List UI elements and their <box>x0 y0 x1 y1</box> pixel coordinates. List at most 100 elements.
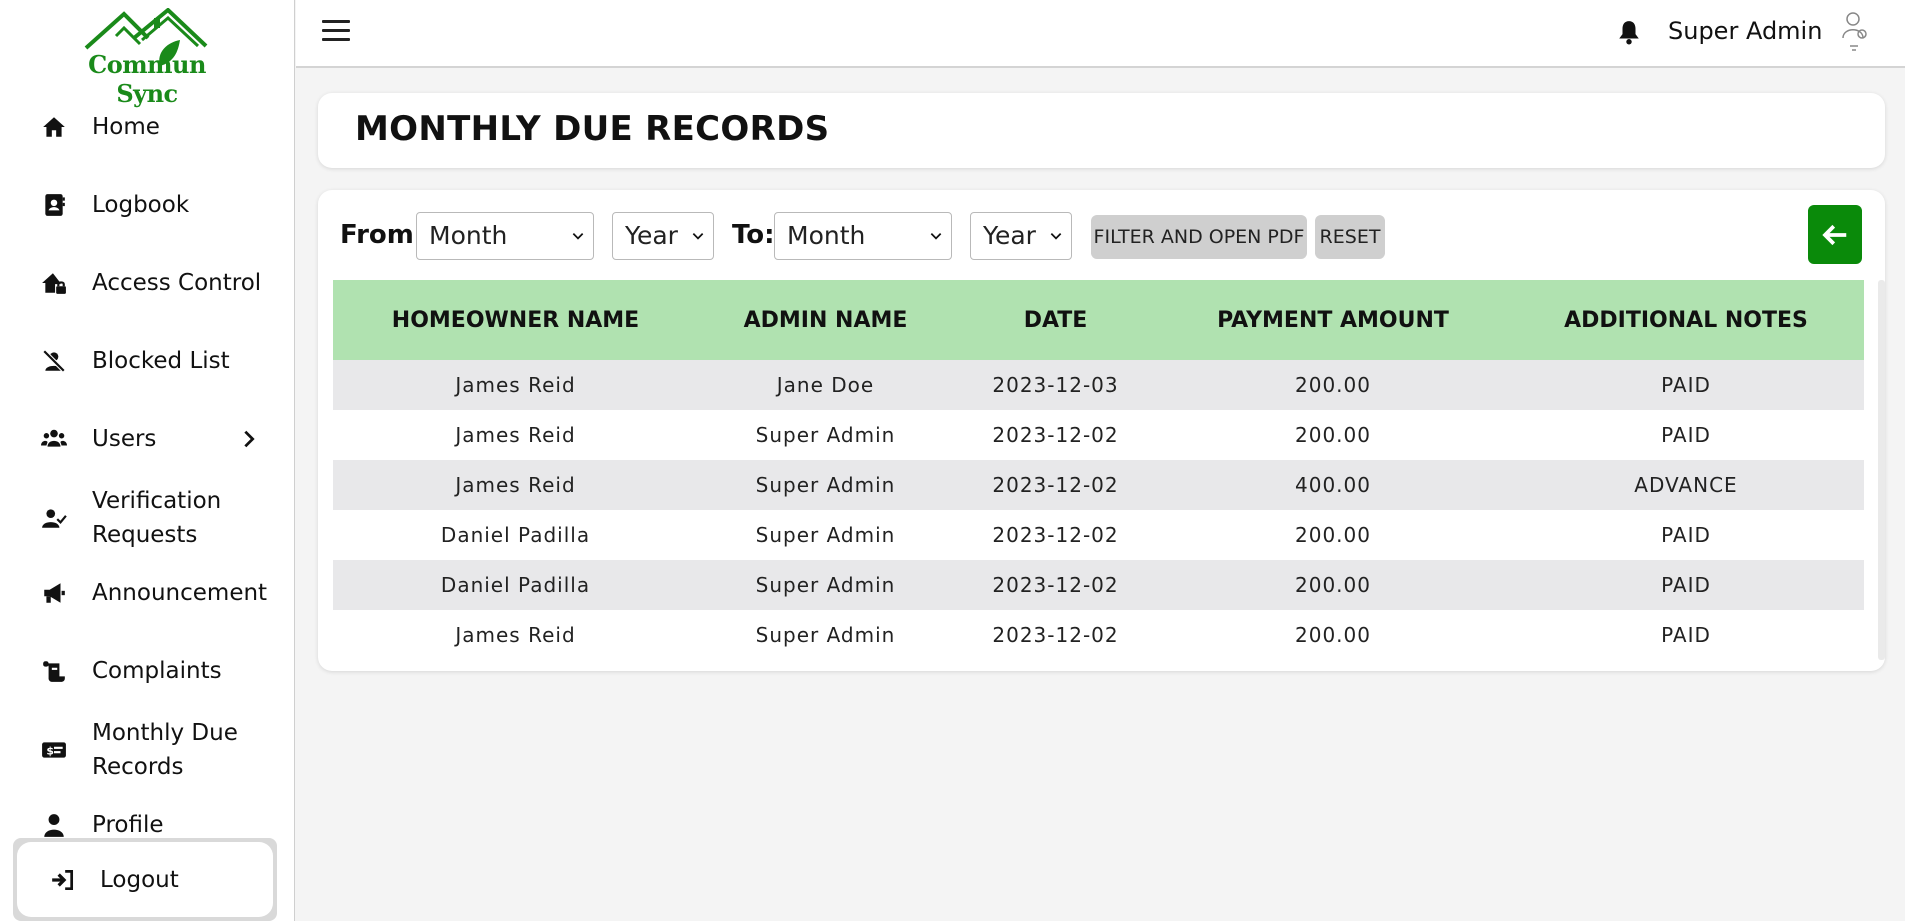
from-month-value: Month <box>429 221 508 250</box>
sidebar-item-label: Complaints <box>92 658 222 684</box>
cell-payment-amount: 200.00 <box>1295 373 1371 397</box>
arrow-left-icon <box>1822 224 1847 245</box>
cell-admin-name: Jane Doe <box>776 373 875 397</box>
cell-homeowner-name: James Reid <box>455 473 576 497</box>
filter-open-pdf-button[interactable]: FILTER AND OPEN PDF <box>1091 215 1307 259</box>
from-year-select[interactable]: Year <box>612 212 714 260</box>
cell-admin-name: Super Admin <box>755 423 896 447</box>
column-header-admin-name[interactable]: ADMIN NAME <box>698 280 953 360</box>
to-month-value: Month <box>787 221 866 250</box>
logbook-icon <box>40 191 68 219</box>
cell-additional-notes: ADVANCE <box>1634 473 1738 497</box>
table-row: James Reid Super Admin 2023-12-02 400.00… <box>333 460 1864 510</box>
megaphone-icon <box>40 579 68 607</box>
cell-date: 2023-12-03 <box>992 373 1119 397</box>
user-settings-icon[interactable] <box>1840 10 1870 54</box>
to-year-value: Year <box>983 221 1036 250</box>
to-month-select[interactable]: Month <box>774 212 952 260</box>
bell-icon[interactable] <box>1616 18 1642 46</box>
cell-admin-name: Super Admin <box>755 573 896 597</box>
sidebar-item-verification-requests[interactable]: Verification Requests <box>0 484 295 552</box>
sidebar-item-logbook[interactable]: Logbook <box>0 188 295 222</box>
monthly-due-table: HOMEOWNER NAME ADMIN NAME DATE PAYMENT A… <box>333 280 1864 660</box>
home-icon <box>40 113 68 141</box>
cell-additional-notes: PAID <box>1661 623 1711 647</box>
user-icon <box>40 811 68 839</box>
user-slash-icon <box>40 347 68 375</box>
logout-button[interactable]: Logout <box>17 842 273 917</box>
sidebar: Commun Sync Home Logbook Access Control <box>0 0 295 921</box>
cell-date: 2023-12-02 <box>992 573 1119 597</box>
from-month-select[interactable]: Month <box>416 212 594 260</box>
table-row: Daniel Padilla Super Admin 2023-12-02 20… <box>333 510 1864 560</box>
house-lock-icon <box>40 269 68 297</box>
cell-payment-amount: 200.00 <box>1295 573 1371 597</box>
cell-homeowner-name: Daniel Padilla <box>440 523 591 547</box>
cell-additional-notes: PAID <box>1661 373 1711 397</box>
sidebar-item-label: Monthly Due Records <box>92 720 238 780</box>
table-row: James Reid Super Admin 2023-12-02 200.00… <box>333 410 1864 460</box>
chevron-down-icon <box>692 233 704 240</box>
sidebar-item-label: Home <box>92 114 160 140</box>
back-button[interactable] <box>1808 205 1862 264</box>
from-label: From: <box>340 220 425 250</box>
sidebar-item-home[interactable]: Home <box>0 110 295 144</box>
scroll-icon <box>40 657 68 685</box>
money-check-icon: $ <box>40 736 68 764</box>
table-row: James Reid Super Admin 2023-12-02 200.00… <box>333 610 1864 660</box>
logout-label: Logout <box>100 867 179 893</box>
cell-homeowner-name: James Reid <box>455 623 576 647</box>
table-row: James Reid Jane Doe 2023-12-03 200.00 PA… <box>333 360 1864 410</box>
brand-logo[interactable]: Commun Sync <box>56 8 236 108</box>
hamburger-menu-icon[interactable] <box>322 20 350 44</box>
chevron-down-icon <box>572 233 584 240</box>
sidebar-item-label: Verification Requests <box>92 488 222 548</box>
current-user-name[interactable]: Super Admin <box>1668 17 1822 45</box>
cell-homeowner-name: Daniel Padilla <box>440 573 591 597</box>
sidebar-item-profile[interactable]: Profile <box>0 808 295 842</box>
cell-payment-amount: 400.00 <box>1295 473 1371 497</box>
sidebar-item-label: Announcement <box>92 580 268 606</box>
cell-date: 2023-12-02 <box>992 623 1119 647</box>
column-header-additional-notes[interactable]: ADDITIONAL NOTES <box>1508 280 1864 360</box>
cell-homeowner-name: James Reid <box>455 423 576 447</box>
users-icon <box>40 425 68 453</box>
logout-container: Logout <box>13 838 277 921</box>
column-header-date[interactable]: DATE <box>953 280 1158 360</box>
cell-admin-name: Super Admin <box>755 623 896 647</box>
cell-payment-amount: 200.00 <box>1295 523 1371 547</box>
cell-admin-name: Super Admin <box>755 473 896 497</box>
top-bar: Super Admin <box>296 0 1905 68</box>
table-header-row: HOMEOWNER NAME ADMIN NAME DATE PAYMENT A… <box>333 280 1864 360</box>
sidebar-item-label: Logbook <box>92 192 190 218</box>
cell-date: 2023-12-02 <box>992 423 1119 447</box>
sidebar-item-access-control[interactable]: Access Control <box>0 266 295 300</box>
cell-admin-name: Super Admin <box>755 523 896 547</box>
reset-button[interactable]: RESET <box>1315 215 1385 259</box>
column-header-payment-amount[interactable]: PAYMENT AMOUNT <box>1158 280 1508 360</box>
cell-payment-amount: 200.00 <box>1295 423 1371 447</box>
sidebar-item-announcement[interactable]: Announcement <box>0 576 295 610</box>
sidebar-item-blocked-list[interactable]: Blocked List <box>0 344 295 378</box>
cell-additional-notes: PAID <box>1661 573 1711 597</box>
cell-additional-notes: PAID <box>1661 423 1711 447</box>
sidebar-item-label: Blocked List <box>92 348 230 374</box>
sidebar-item-monthly-due-records[interactable]: $ Monthly Due Records <box>0 716 295 784</box>
chevron-right-icon[interactable] <box>238 428 260 450</box>
from-year-value: Year <box>625 221 678 250</box>
sidebar-item-label: Access Control <box>92 270 262 296</box>
chevron-down-icon <box>1050 233 1062 240</box>
column-header-homeowner-name[interactable]: HOMEOWNER NAME <box>333 280 698 360</box>
cell-date: 2023-12-02 <box>992 523 1119 547</box>
to-year-select[interactable]: Year <box>970 212 1072 260</box>
records-card: From: Month Year To: Month Year FILTER A… <box>318 190 1885 671</box>
cell-date: 2023-12-02 <box>992 473 1119 497</box>
page-title: MONTHLY DUE RECORDS <box>355 109 830 149</box>
sidebar-item-users[interactable]: Users <box>0 422 295 456</box>
cell-homeowner-name: James Reid <box>455 373 576 397</box>
cell-additional-notes: PAID <box>1661 523 1711 547</box>
user-check-icon <box>40 504 68 532</box>
sidebar-item-complaints[interactable]: Complaints <box>0 654 295 688</box>
table-scrollbar[interactable] <box>1878 280 1885 660</box>
chevron-down-icon <box>930 233 942 240</box>
